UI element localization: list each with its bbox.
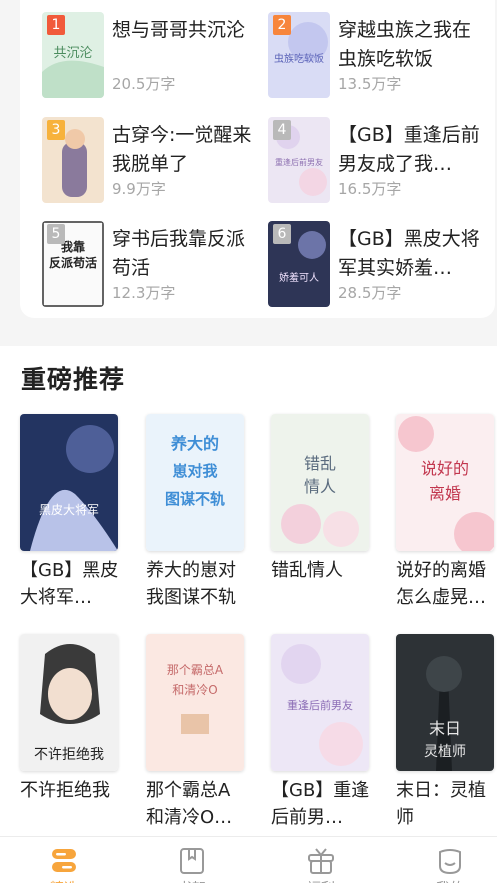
book-cover[interactable]: 那个霸总A 和清冷O — [146, 634, 244, 771]
book-title[interactable]: 错乱情人 — [271, 557, 371, 584]
book-title[interactable]: 想与哥哥共沉沦 — [112, 16, 262, 45]
book-cover[interactable]: 末日 灵植师 — [396, 634, 494, 771]
book-title[interactable]: 【GB】重逢后前男… — [271, 777, 371, 831]
book-card[interactable]: 说好的离婚 说好的离婚怎么虚晃… — [396, 414, 496, 611]
svg-text:说好的: 说好的 — [421, 459, 469, 478]
book-cover[interactable]: 养大的崽对我图谋不轨 — [146, 414, 244, 551]
book-card[interactable]: 重逢后前男友 【GB】重逢后前男… — [271, 634, 371, 831]
ranking-item[interactable]: 重逢后前男友 4 【GB】重逢后前男友成了我… 16.5万字 — [268, 117, 497, 203]
book-card[interactable]: 那个霸总A 和清冷O 那个霸总A和清冷O… — [146, 634, 246, 831]
ranking-item[interactable]: 3 古穿今:一觉醒来我脱单了 9.9万字 — [42, 117, 272, 203]
bottom-tab-bar: 精选 书架 福利 我的 — [0, 836, 497, 883]
book-cover[interactable]: 黑皮大将军 — [20, 414, 118, 551]
rank-number-badge: 6 — [273, 224, 291, 244]
book-title[interactable]: 不许拒绝我 — [20, 777, 120, 804]
book-title[interactable]: 说好的离婚怎么虚晃… — [396, 557, 496, 611]
bookstore-icon — [52, 849, 76, 872]
tab-bookstore[interactable]: 精选 — [2, 837, 126, 883]
profile-icon — [439, 849, 461, 875]
gift-icon — [308, 848, 334, 874]
tab-label: 书架 — [130, 878, 254, 883]
book-cover[interactable]: 错乱 情人 — [271, 414, 369, 551]
ranking-item[interactable]: 我靠 反派苟活 5 穿书后我靠反派苟活 12.3万字 — [42, 221, 272, 307]
svg-text:图谋不轨: 图谋不轨 — [165, 490, 225, 508]
bookshelf-icon — [180, 848, 204, 874]
book-title[interactable]: 那个霸总A和清冷O… — [146, 777, 246, 831]
book-card[interactable]: 养大的 崽对我 图谋不轨 养大的崽对我图谋不轨 — [146, 414, 246, 611]
book-cover[interactable]: 不许拒绝我 — [20, 634, 118, 771]
ranking-item[interactable]: 虫族吃软饭 2 穿越虫族之我在虫族吃软饭 13.5万字 — [268, 12, 497, 98]
word-count: 12.3万字 — [112, 284, 176, 302]
word-count: 16.5万字 — [338, 180, 402, 198]
svg-text:虫族吃软饭: 虫族吃软饭 — [274, 52, 324, 65]
tab-label: 精选 — [2, 878, 126, 883]
svg-text:反派苟活: 反派苟活 — [49, 255, 97, 270]
book-title[interactable]: 穿书后我靠反派苟活 — [112, 225, 262, 283]
word-count: 20.5万字 — [112, 75, 176, 93]
tab-profile[interactable]: 我的 — [388, 837, 497, 883]
svg-text:重逢后前男友: 重逢后前男友 — [275, 157, 323, 167]
svg-text:不许拒绝我: 不许拒绝我 — [34, 747, 104, 763]
book-title[interactable]: 【GB】黑皮大将军… — [20, 557, 120, 611]
book-title[interactable]: 穿越虫族之我在虫族吃软饭 — [338, 16, 488, 74]
tab-label: 我的 — [388, 878, 497, 883]
svg-text:错乱: 错乱 — [304, 454, 336, 473]
svg-text:娇羞可人: 娇羞可人 — [279, 271, 319, 284]
rank-number-badge: 4 — [273, 120, 291, 140]
book-title[interactable]: 古穿今:一觉醒来我脱单了 — [112, 121, 262, 179]
book-title[interactable]: 末日：灵植师 — [396, 777, 496, 831]
word-count: 28.5万字 — [338, 284, 402, 302]
tab-bookshelf[interactable]: 书架 — [130, 837, 254, 883]
svg-text:黑皮大将军: 黑皮大将军 — [39, 503, 99, 517]
rank-number-badge: 1 — [47, 15, 65, 35]
svg-text:末日: 末日 — [429, 719, 461, 738]
rank-number-badge: 2 — [273, 15, 291, 35]
svg-text:那个霸总A: 那个霸总A — [167, 663, 224, 677]
svg-text:灵植师: 灵植师 — [424, 744, 466, 760]
section-title: 重磅推荐 — [21, 365, 126, 394]
rank-number-badge: 5 — [47, 224, 65, 244]
ranking-item[interactable]: 娇羞可人 6 【GB】黑皮大将军其实娇羞… 28.5万字 — [268, 221, 497, 307]
book-card[interactable]: 黑皮大将军 【GB】黑皮大将军… — [20, 414, 120, 611]
svg-text:崽对我: 崽对我 — [172, 462, 217, 480]
svg-text:重逢后前男友: 重逢后前男友 — [287, 698, 353, 712]
book-title[interactable]: 【GB】黑皮大将军其实娇羞… — [338, 225, 488, 283]
book-cover[interactable]: 说好的 离婚 — [396, 414, 494, 551]
book-card[interactable]: 末日灵植师 末日：灵植师 — [396, 634, 496, 831]
tab-welfare[interactable]: 福利 — [259, 837, 383, 883]
book-card[interactable]: 错乱 情人 错乱情人 — [271, 414, 371, 584]
svg-text:离婚: 离婚 — [429, 484, 461, 503]
rank-number-badge: 3 — [47, 120, 65, 140]
svg-text:养大的: 养大的 — [170, 434, 219, 453]
svg-text:和清冷O: 和清冷O — [172, 683, 217, 697]
ranking-card: 共沉沦 1 想与哥哥共沉沦 20.5万字 虫族吃软饭 2 穿越虫族之我在虫族吃软… — [20, 0, 495, 318]
book-cover[interactable]: 重逢后前男友 — [271, 634, 369, 771]
tab-label: 福利 — [259, 878, 383, 883]
word-count: 9.9万字 — [112, 180, 166, 198]
book-title[interactable]: 【GB】重逢后前男友成了我… — [338, 121, 488, 179]
svg-text:共沉沦: 共沉沦 — [53, 45, 92, 61]
ranking-item[interactable]: 共沉沦 1 想与哥哥共沉沦 20.5万字 — [42, 12, 272, 98]
svg-text:情人: 情人 — [304, 477, 336, 496]
book-title[interactable]: 养大的崽对我图谋不轨 — [146, 557, 246, 611]
word-count: 13.5万字 — [338, 75, 402, 93]
book-card[interactable]: 不许拒绝我 不许拒绝我 — [20, 634, 120, 804]
